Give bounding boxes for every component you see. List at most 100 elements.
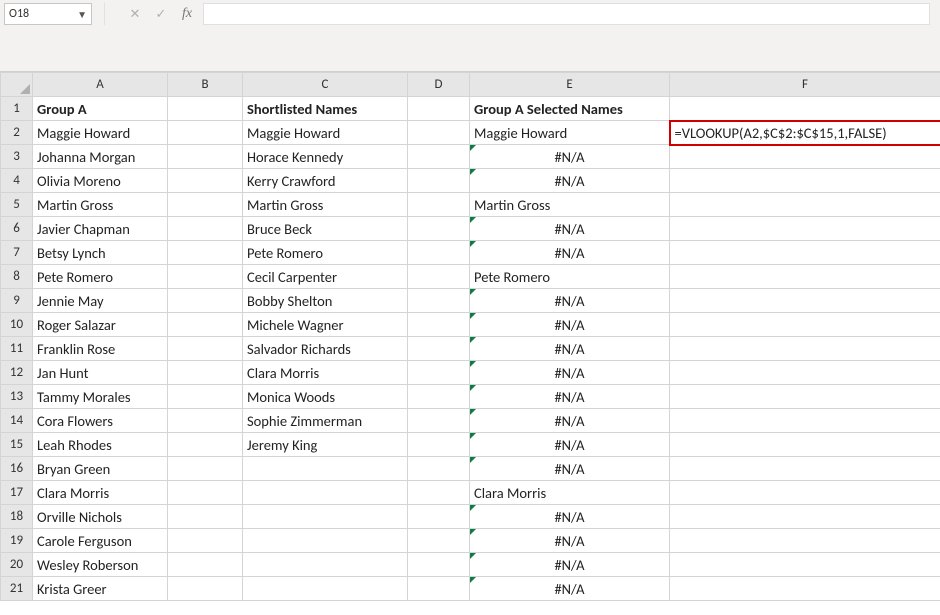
cell-B16[interactable] [168, 457, 243, 481]
cell-C14[interactable]: Sophie Zimmerman [243, 409, 408, 433]
cell-B14[interactable] [168, 409, 243, 433]
cell-D12[interactable] [408, 361, 470, 385]
cell-E15[interactable]: #N/A [470, 433, 670, 457]
cell-D3[interactable] [408, 145, 470, 169]
cell-E19[interactable]: #N/A [470, 529, 670, 553]
cell-C21[interactable] [243, 577, 408, 601]
cell-D8[interactable] [408, 265, 470, 289]
col-header-C[interactable]: C [243, 73, 408, 97]
row-header[interactable]: 1 [1, 97, 33, 121]
row-header[interactable]: 13 [1, 385, 33, 409]
cell-A9[interactable]: Jennie May [33, 289, 168, 313]
cell-B11[interactable] [168, 337, 243, 361]
row-header[interactable]: 6 [1, 217, 33, 241]
row-header[interactable]: 16 [1, 457, 33, 481]
cell-A13[interactable]: Tammy Morales [33, 385, 168, 409]
cell-A15[interactable]: Leah Rhodes [33, 433, 168, 457]
cell-C4[interactable]: Kerry Crawford [243, 169, 408, 193]
cell-A3[interactable]: Johanna Morgan [33, 145, 168, 169]
cell-B17[interactable] [168, 481, 243, 505]
cell-B2[interactable] [168, 121, 243, 145]
cell-D11[interactable] [408, 337, 470, 361]
cell-D14[interactable] [408, 409, 470, 433]
row-header[interactable]: 17 [1, 481, 33, 505]
cell-E5[interactable]: Martin Gross [470, 193, 670, 217]
row-header[interactable]: 5 [1, 193, 33, 217]
cell-A4[interactable]: Olivia Moreno [33, 169, 168, 193]
cell-C16[interactable] [243, 457, 408, 481]
cell-F7[interactable] [670, 241, 940, 265]
cell-A7[interactable]: Betsy Lynch [33, 241, 168, 265]
row-header[interactable]: 19 [1, 529, 33, 553]
cell-F20[interactable] [670, 553, 940, 577]
row-header[interactable]: 11 [1, 337, 33, 361]
cancel-icon[interactable]: ✕ [127, 6, 143, 22]
cell-B7[interactable] [168, 241, 243, 265]
cell-F10[interactable] [670, 313, 940, 337]
cell-B20[interactable] [168, 553, 243, 577]
cell-B1[interactable] [168, 97, 243, 121]
cell-F8[interactable] [670, 265, 940, 289]
cell-F15[interactable] [670, 433, 940, 457]
cell-B6[interactable] [168, 217, 243, 241]
cell-D2[interactable] [408, 121, 470, 145]
cell-B9[interactable] [168, 289, 243, 313]
row-header[interactable]: 15 [1, 433, 33, 457]
cell-F13[interactable] [670, 385, 940, 409]
cell-C8[interactable]: Cecil Carpenter [243, 265, 408, 289]
chevron-down-icon[interactable]: ▼ [77, 8, 87, 21]
cell-F14[interactable] [670, 409, 940, 433]
cell-F16[interactable] [670, 457, 940, 481]
cell-C5[interactable]: Martin Gross [243, 193, 408, 217]
cell-F3[interactable] [670, 145, 940, 169]
row-header[interactable]: 7 [1, 241, 33, 265]
cell-C20[interactable] [243, 553, 408, 577]
cell-F2[interactable]: =VLOOKUP(A2,$C$2:$C$15,1,FALSE) [670, 121, 940, 145]
cell-B10[interactable] [168, 313, 243, 337]
enter-icon[interactable]: ✓ [153, 6, 169, 22]
cell-D7[interactable] [408, 241, 470, 265]
cell-F4[interactable] [670, 169, 940, 193]
formula-bar-input[interactable] [203, 3, 930, 25]
cell-D15[interactable] [408, 433, 470, 457]
cell-E11[interactable]: #N/A [470, 337, 670, 361]
cell-F11[interactable] [670, 337, 940, 361]
cell-D1[interactable] [408, 97, 470, 121]
cell-E13[interactable]: #N/A [470, 385, 670, 409]
cell-C7[interactable]: Pete Romero [243, 241, 408, 265]
cell-A8[interactable]: Pete Romero [33, 265, 168, 289]
cell-D9[interactable] [408, 289, 470, 313]
cell-A10[interactable]: Roger Salazar [33, 313, 168, 337]
col-header-A[interactable]: A [33, 73, 168, 97]
row-header[interactable]: 14 [1, 409, 33, 433]
row-header[interactable]: 21 [1, 577, 33, 601]
cell-E4[interactable]: #N/A [470, 169, 670, 193]
cell-A1[interactable]: Group A [33, 97, 168, 121]
cell-A2[interactable]: Maggie Howard [33, 121, 168, 145]
spreadsheet-grid[interactable]: A B C D E F 1Group AShortlisted NamesGro… [0, 72, 940, 615]
cell-B3[interactable] [168, 145, 243, 169]
cell-E20[interactable]: #N/A [470, 553, 670, 577]
cell-A5[interactable]: Martin Gross [33, 193, 168, 217]
col-header-B[interactable]: B [168, 73, 243, 97]
cell-B18[interactable] [168, 505, 243, 529]
cell-E14[interactable]: #N/A [470, 409, 670, 433]
cell-A11[interactable]: Franklin Rose [33, 337, 168, 361]
cell-F17[interactable] [670, 481, 940, 505]
cell-B13[interactable] [168, 385, 243, 409]
cell-C9[interactable]: Bobby Shelton [243, 289, 408, 313]
cell-B8[interactable] [168, 265, 243, 289]
fx-icon[interactable]: fx [179, 6, 195, 22]
row-header[interactable]: 4 [1, 169, 33, 193]
cell-E3[interactable]: #N/A [470, 145, 670, 169]
cell-E6[interactable]: #N/A [470, 217, 670, 241]
cell-D13[interactable] [408, 385, 470, 409]
cell-F21[interactable] [670, 577, 940, 601]
cell-E1[interactable]: Group A Selected Names [470, 97, 670, 121]
cell-A20[interactable]: Wesley Roberson [33, 553, 168, 577]
cell-F5[interactable] [670, 193, 940, 217]
cell-C6[interactable]: Bruce Beck [243, 217, 408, 241]
cell-F6[interactable] [670, 217, 940, 241]
cell-C11[interactable]: Salvador Richards [243, 337, 408, 361]
cell-A21[interactable]: Krista Greer [33, 577, 168, 601]
